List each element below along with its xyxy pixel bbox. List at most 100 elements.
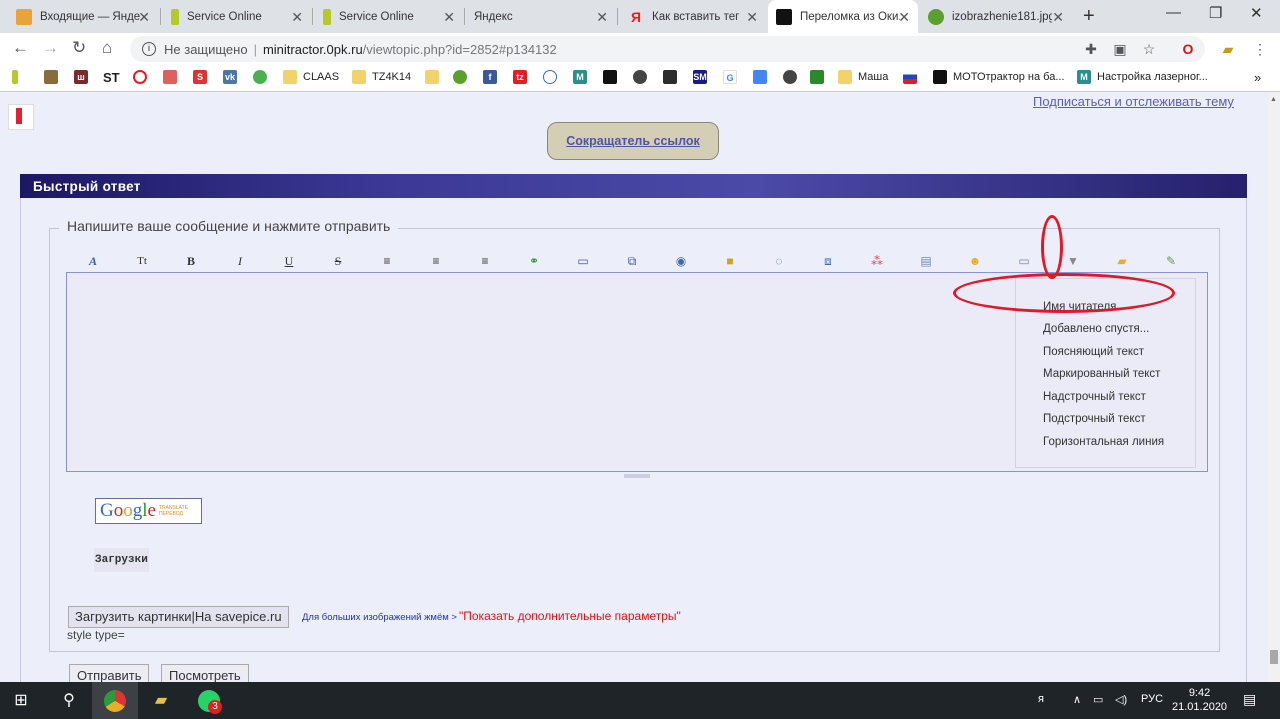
bookmark-icon-10[interactable]: [543, 70, 563, 84]
italic-icon[interactable]: I: [231, 252, 249, 270]
dropdown-item-subscript[interactable]: Подстрочный текст: [1043, 413, 1146, 425]
maximize-icon[interactable]: ❐: [1209, 4, 1222, 22]
align-left-icon[interactable]: ≡: [378, 252, 396, 270]
strike-icon[interactable]: S: [329, 252, 347, 270]
bookmark-icon-6[interactable]: [253, 70, 273, 84]
bookmark-translate[interactable]: [753, 70, 773, 84]
google-translate-badge[interactable]: Google TRANSLATE ПЕРЕВОД: [95, 498, 202, 524]
new-tab-icon[interactable]: +: [1083, 5, 1095, 28]
align-center-icon[interactable]: ≡: [427, 252, 445, 270]
show-more-params-link[interactable]: "Показать дополнительные параметры": [459, 609, 681, 623]
puzzle-icon[interactable]: ✚: [1083, 41, 1099, 57]
bookmark-vk[interactable]: vk: [223, 70, 243, 84]
folder-icon[interactable]: ▰: [1113, 252, 1131, 270]
bookmark-icon-7[interactable]: [425, 70, 445, 84]
file-explorer-icon[interactable]: ▰: [148, 688, 174, 714]
bookmark-icon-5[interactable]: S: [193, 70, 213, 84]
dropdown-item-superscript[interactable]: Надстрочный текст: [1043, 391, 1146, 403]
bookmark-icon-8[interactable]: [453, 70, 473, 84]
color-icon[interactable]: ⁂: [868, 252, 886, 270]
chevron-up-icon[interactable]: ∧: [1073, 693, 1081, 706]
align-right-icon[interactable]: ≡: [476, 252, 494, 270]
quote-icon[interactable]: ◌: [770, 252, 788, 270]
bookmark-st[interactable]: ST: [103, 70, 120, 85]
smile-icon[interactable]: ☻: [966, 252, 984, 270]
close-icon[interactable]: ✕: [1052, 9, 1064, 26]
underline-icon[interactable]: U: [280, 252, 298, 270]
tab-yandex[interactable]: Яндекс ✕: [466, 0, 616, 33]
resize-handle[interactable]: [624, 474, 650, 478]
bookmark-icon-1[interactable]: [44, 70, 64, 84]
subscribe-link[interactable]: Подписаться и отслеживать тему: [1033, 94, 1234, 109]
bookmark-flag-icon[interactable]: [8, 104, 34, 130]
bookmark-icon-2[interactable]: ш: [74, 70, 94, 84]
bookmark-icon-4[interactable]: [163, 70, 183, 84]
tab-service-online-2[interactable]: Service Online ✕: [315, 0, 463, 33]
tab-yandex-mail[interactable]: Входящие — Яндекс.Почта ✕: [8, 0, 158, 33]
info-icon[interactable]: i: [142, 42, 156, 56]
bookmark-claas[interactable]: CLAAS: [283, 70, 339, 84]
edit-icon[interactable]: ✎: [1162, 252, 1180, 270]
dropdown-item-added-later[interactable]: Добавлено спустя...: [1043, 323, 1149, 335]
clock[interactable]: 9:42 21.01.2020: [1172, 686, 1227, 714]
dropdown-item-explanatory-text[interactable]: Поясняющий текст: [1043, 346, 1144, 358]
table-icon[interactable]: ▤: [917, 252, 935, 270]
scroll-up-icon[interactable]: ▲: [1270, 96, 1277, 103]
search-icon[interactable]: ⚲: [56, 688, 82, 714]
windows-start-icon[interactable]: ⊞: [8, 688, 34, 714]
font-icon[interactable]: A: [84, 252, 102, 270]
tab-image[interactable]: izobrazhenie181.jpg ✕: [920, 0, 1072, 33]
battery-icon[interactable]: ▭: [1093, 693, 1103, 706]
back-icon[interactable]: ←: [12, 38, 29, 58]
home-icon[interactable]: ⌂: [102, 38, 112, 58]
menu-dots-icon[interactable]: ⋮: [1252, 41, 1268, 57]
window-close-icon[interactable]: ✕: [1250, 4, 1263, 22]
preview-button[interactable]: Посмотреть: [161, 664, 249, 682]
whatsapp-icon[interactable]: 3: [196, 688, 222, 714]
bookmark-icon-11[interactable]: M: [573, 70, 593, 84]
scroll-thumb[interactable]: [1270, 650, 1278, 664]
dropdown-item-horizontal-line[interactable]: Горизонтальная линия: [1043, 436, 1164, 448]
reload-icon[interactable]: ↻: [72, 38, 86, 58]
text-size-icon[interactable]: Tt: [133, 252, 151, 270]
language-indicator[interactable]: РУС: [1141, 693, 1163, 705]
bookmark-masha[interactable]: Маша: [838, 70, 888, 84]
bookmark-icon-13[interactable]: [633, 70, 653, 84]
close-icon[interactable]: ✕: [898, 9, 910, 26]
bold-icon[interactable]: B: [182, 252, 200, 270]
more-dropdown-icon[interactable]: ▼: [1064, 252, 1082, 270]
bookmark-google[interactable]: G: [723, 70, 743, 84]
link-shortener-button[interactable]: Сокращатель ссылок: [547, 122, 719, 160]
bookmark-mototraktor[interactable]: МОТОтрактор на ба...: [933, 70, 1065, 84]
bookmark-tz4k14[interactable]: TZ4K14: [352, 70, 411, 84]
bookmark-facebook[interactable]: f: [483, 70, 503, 84]
close-icon[interactable]: ✕: [596, 9, 608, 26]
upload-images-button[interactable]: Загрузить картинки|На savepice.ru: [68, 606, 289, 628]
lock-icon[interactable]: ■: [721, 252, 739, 270]
close-icon[interactable]: ✕: [291, 9, 303, 26]
cast-icon[interactable]: ▣: [1112, 41, 1128, 57]
dropdown-item-marked-text[interactable]: Маркированный текст: [1043, 368, 1160, 380]
opera-icon[interactable]: O: [1180, 41, 1196, 57]
close-icon[interactable]: ✕: [138, 9, 150, 26]
tab-active-perelomka[interactable]: Переломка из Оки. ✕: [768, 0, 918, 33]
people-icon[interactable]: ᴙ: [1038, 693, 1044, 705]
notifications-icon[interactable]: ▤: [1243, 691, 1256, 708]
minimize-icon[interactable]: —: [1166, 4, 1181, 21]
more-bookmarks-icon[interactable]: »: [1254, 70, 1261, 85]
chrome-icon[interactable]: [102, 688, 128, 714]
link-icon[interactable]: ⚭: [525, 252, 543, 270]
bookmark-icon-3[interactable]: [133, 70, 153, 84]
tab-service-online-1[interactable]: Service Online ✕: [163, 0, 311, 33]
image-icon[interactable]: ⧉: [623, 252, 641, 270]
keyboard-icon[interactable]: ▭: [1015, 252, 1033, 270]
tab-how-to-insert-tag[interactable]: Я Как вставить тег кто ✕: [620, 0, 766, 33]
book-icon[interactable]: ▭: [574, 252, 592, 270]
bookmark-icon-16[interactable]: [783, 70, 803, 84]
star-icon[interactable]: ☆: [1141, 41, 1157, 57]
tractor-icon[interactable]: ▰: [1220, 41, 1236, 57]
video-icon[interactable]: ◉: [672, 252, 690, 270]
bookmark-icon-14[interactable]: [663, 70, 683, 84]
volume-icon[interactable]: ◁): [1115, 693, 1127, 706]
address-bar[interactable]: i Не защищено | minitractor.0pk.ru /view…: [130, 36, 1205, 62]
